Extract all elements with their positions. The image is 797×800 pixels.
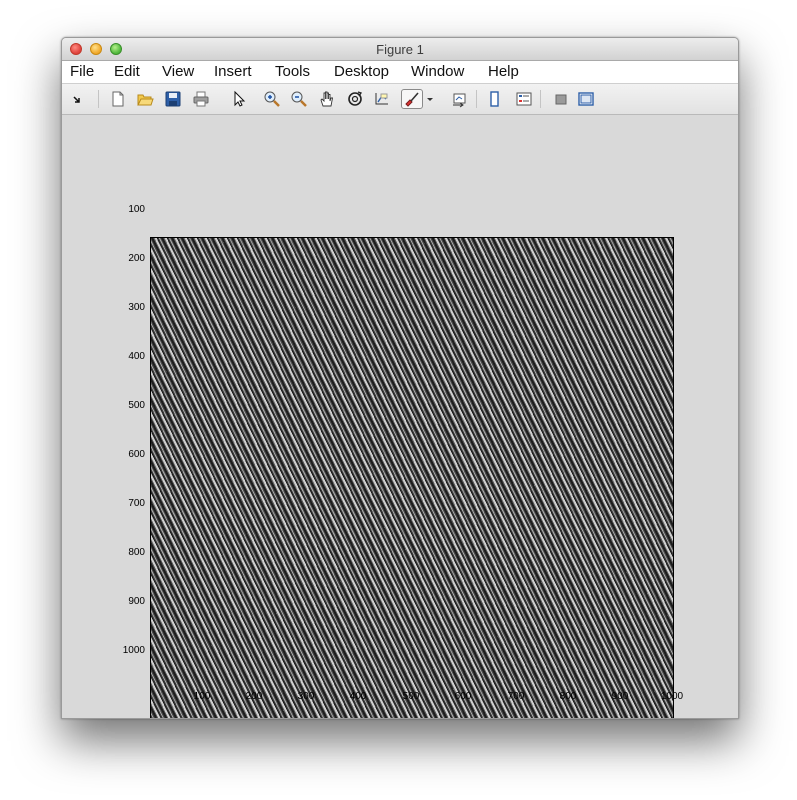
toolbar-separator [476, 90, 477, 108]
y-tick-label: 200 [128, 253, 145, 264]
y-tick-label: 300 [128, 302, 145, 313]
x-tick-label: 400 [349, 691, 367, 702]
y-tick-label: 600 [128, 449, 145, 460]
save-icon[interactable] [164, 90, 182, 108]
toolbar-separator [98, 90, 99, 108]
zoom-in-icon[interactable] [263, 90, 281, 108]
menu-insert[interactable]: Insert [214, 63, 252, 80]
title-bar[interactable]: Figure 1 [62, 38, 738, 61]
colorbar-icon[interactable] [486, 90, 504, 108]
y-tick-label: 1000 [122, 645, 145, 656]
pan-hand-icon[interactable] [318, 90, 336, 108]
y-tick-label: 400 [128, 351, 145, 362]
rotate-3d-icon[interactable] [346, 90, 364, 108]
menu-file[interactable]: File [70, 63, 94, 80]
image-plot-axes[interactable] [150, 237, 674, 718]
data-cursor-icon[interactable] [373, 90, 391, 108]
figure-window: Figure 1 File Edit View Insert Tools Des… [61, 37, 739, 719]
print-icon[interactable] [192, 90, 210, 108]
menu-view[interactable]: View [162, 63, 194, 80]
y-tick-label: 700 [128, 498, 145, 509]
brush-icon[interactable] [401, 89, 423, 109]
dock-arrow-icon[interactable] [68, 90, 86, 108]
x-tick-label: 100 [193, 691, 211, 702]
menu-window[interactable]: Window [411, 63, 464, 80]
select-pointer-icon[interactable] [230, 90, 248, 108]
x-tick-label: 700 [507, 691, 525, 702]
menu-desktop[interactable]: Desktop [334, 63, 389, 80]
x-tick-label: 800 [559, 691, 577, 702]
zoom-out-icon[interactable] [290, 90, 308, 108]
x-tick-label: 900 [611, 691, 629, 702]
show-plot-tools-icon[interactable] [577, 90, 595, 108]
figure-canvas[interactable]: 100 200 300 400 500 600 700 800 900 1000… [62, 115, 738, 718]
menu-bar: File Edit View Insert Tools Desktop Wind… [62, 61, 738, 84]
x-tick-label: 500 [402, 691, 420, 702]
toolbar-separator [540, 90, 541, 108]
menu-edit[interactable]: Edit [114, 63, 140, 80]
toolbar [62, 84, 738, 115]
menu-help[interactable]: Help [488, 63, 519, 80]
open-file-icon[interactable] [136, 90, 154, 108]
x-tick-label: 600 [454, 691, 472, 702]
legend-icon[interactable] [515, 90, 533, 108]
brush-dropdown-icon[interactable] [426, 90, 434, 108]
x-tick-label: 1000 [660, 691, 684, 702]
hide-plot-tools-icon[interactable] [552, 90, 570, 108]
y-tick-label: 500 [128, 400, 145, 411]
link-plot-icon[interactable] [451, 90, 469, 108]
y-tick-label: 800 [128, 547, 145, 558]
y-tick-label: 100 [128, 204, 145, 215]
y-tick-label: 900 [128, 596, 145, 607]
new-figure-icon[interactable] [109, 90, 127, 108]
x-tick-label: 200 [245, 691, 263, 702]
x-tick-label: 300 [297, 691, 315, 702]
window-title: Figure 1 [376, 42, 424, 57]
menu-tools[interactable]: Tools [275, 63, 310, 80]
